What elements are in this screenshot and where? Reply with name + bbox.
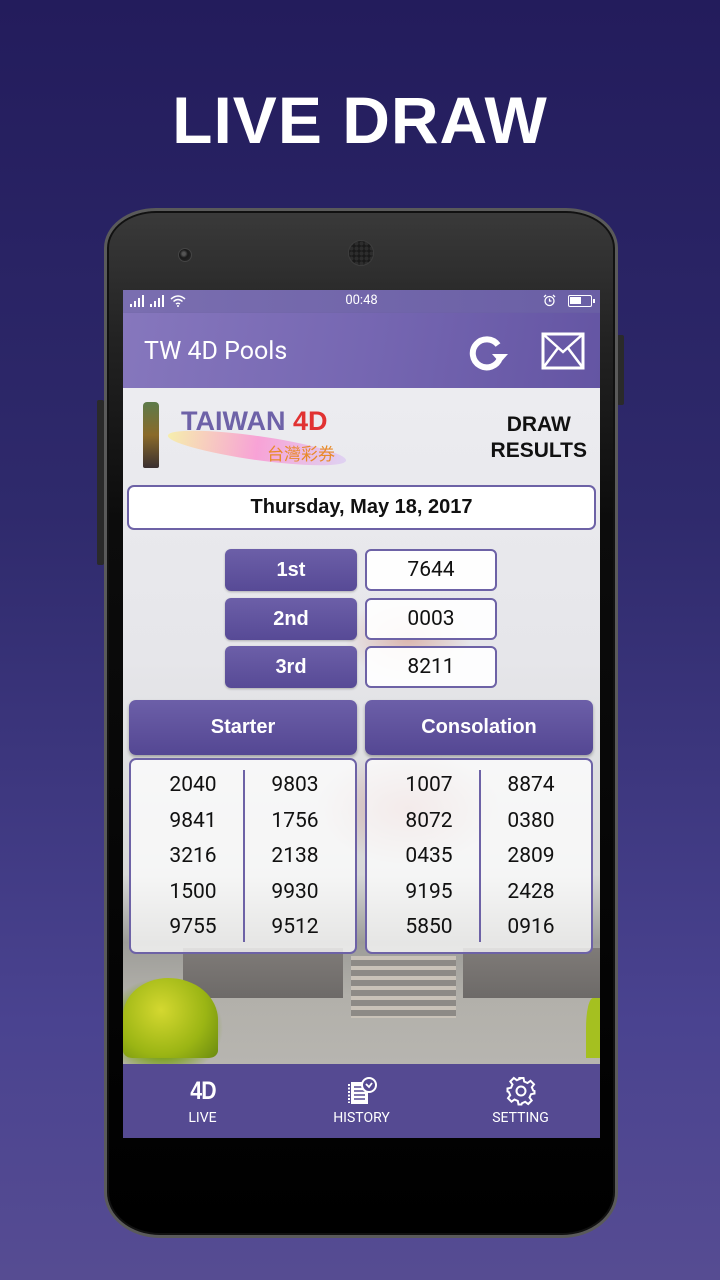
starter-number: 2138: [271, 844, 319, 868]
promo-headline: LIVE DRAW: [172, 83, 548, 157]
consolation-number: 8874: [507, 773, 555, 797]
mail-icon[interactable]: [541, 332, 585, 370]
logo-text: TAIWAN: [181, 406, 286, 436]
nav-label: LIVE: [188, 1110, 217, 1126]
draw-date-selector[interactable]: Thursday, May 18, 2017: [127, 485, 596, 530]
history-icon: [347, 1077, 377, 1104]
nav-label: HISTORY: [333, 1110, 390, 1126]
nav-setting[interactable]: SETTING: [441, 1064, 600, 1138]
consolation-numbers: 1007 8072 0435 9195 5850 8874 0380 2809 …: [365, 758, 593, 954]
prize-label: 2nd: [225, 598, 357, 640]
taipei-tower-icon: [143, 402, 159, 468]
app-bar: TW 4D Pools: [123, 313, 600, 388]
draw-results-heading: DRAW RESULTS: [491, 412, 587, 464]
logo-chinese-text: 台灣彩券: [267, 445, 335, 465]
nav-live[interactable]: 4D LIVE: [123, 1064, 282, 1138]
battery-icon: [568, 294, 595, 307]
phone-power-button: [617, 335, 624, 405]
starter-number: 1500: [169, 879, 217, 904]
prize-row-2nd: 2nd 0003: [225, 598, 497, 640]
phone-volume-button: [97, 400, 104, 565]
starter-number: 9512: [271, 915, 319, 939]
refresh-icon[interactable]: [465, 332, 509, 372]
taiwan-4d-logo: TAIWAN 4D 台灣彩券: [137, 398, 348, 476]
alarm-icon: [543, 294, 556, 307]
consolation-number: 9195: [405, 879, 453, 904]
results-content: TAIWAN 4D 台灣彩券 DRAW RESULTS Thursday, Ma…: [123, 388, 600, 1064]
background-stairs: [351, 956, 456, 1018]
prize-label: 3rd: [225, 646, 357, 688]
background-bush: [123, 978, 218, 1058]
starter-number: 2040: [169, 773, 217, 797]
consolation-number: 2809: [507, 844, 555, 868]
consolation-number: 1007: [405, 773, 453, 797]
consolation-number: 2428: [507, 879, 555, 904]
nav-history[interactable]: HISTORY: [282, 1064, 441, 1138]
nav-label: SETTING: [492, 1110, 549, 1126]
prize-number: 0003: [365, 598, 497, 640]
draw-results-line1: DRAW: [506, 413, 571, 436]
starter-number: 9803: [271, 773, 319, 797]
prize-row-1st: 1st 7644: [225, 549, 497, 591]
starter-header: Starter: [129, 700, 357, 755]
4d-live-icon: 4D: [189, 1077, 216, 1105]
consolation-number: 8072: [405, 808, 453, 833]
logo-accent-text: 4D: [293, 406, 328, 436]
status-bar: 00:48: [123, 290, 600, 313]
prize-number: 8211: [365, 646, 497, 688]
consolation-number: 0435: [405, 844, 453, 868]
starter-number: 3216: [169, 844, 217, 868]
starter-number: 1756: [271, 808, 319, 833]
starter-number: 9755: [169, 915, 217, 939]
app-screen: 00:48 TW 4D Pools TAIWAN 4D 台灣彩券 DRAW RE…: [123, 290, 600, 1138]
draw-results-line2: RESULTS: [490, 439, 587, 462]
front-camera: [178, 248, 192, 262]
consolation-header: Consolation: [365, 700, 593, 755]
status-time: 00:48: [345, 293, 378, 308]
background-bush: [586, 998, 600, 1058]
starter-numbers: 2040 9841 3216 1500 9755 9803 1756 2138 …: [129, 758, 357, 954]
consolation-number: 5850: [405, 915, 453, 939]
background-wall: [183, 948, 343, 998]
background-wall: [463, 948, 600, 998]
starter-number: 9930: [271, 879, 319, 904]
bottom-navigation: 4D LIVE HISTORY SETTING: [123, 1064, 600, 1138]
consolation-number: 0916: [507, 915, 555, 939]
earpiece-speaker: [348, 240, 374, 266]
app-title: TW 4D Pools: [144, 337, 288, 366]
gear-icon: [506, 1076, 535, 1106]
prize-number: 7644: [365, 549, 497, 591]
prize-label: 1st: [225, 549, 357, 591]
consolation-number: 0380: [507, 808, 555, 833]
prize-row-3rd: 3rd 8211: [225, 646, 497, 688]
starter-number: 9841: [169, 808, 217, 833]
